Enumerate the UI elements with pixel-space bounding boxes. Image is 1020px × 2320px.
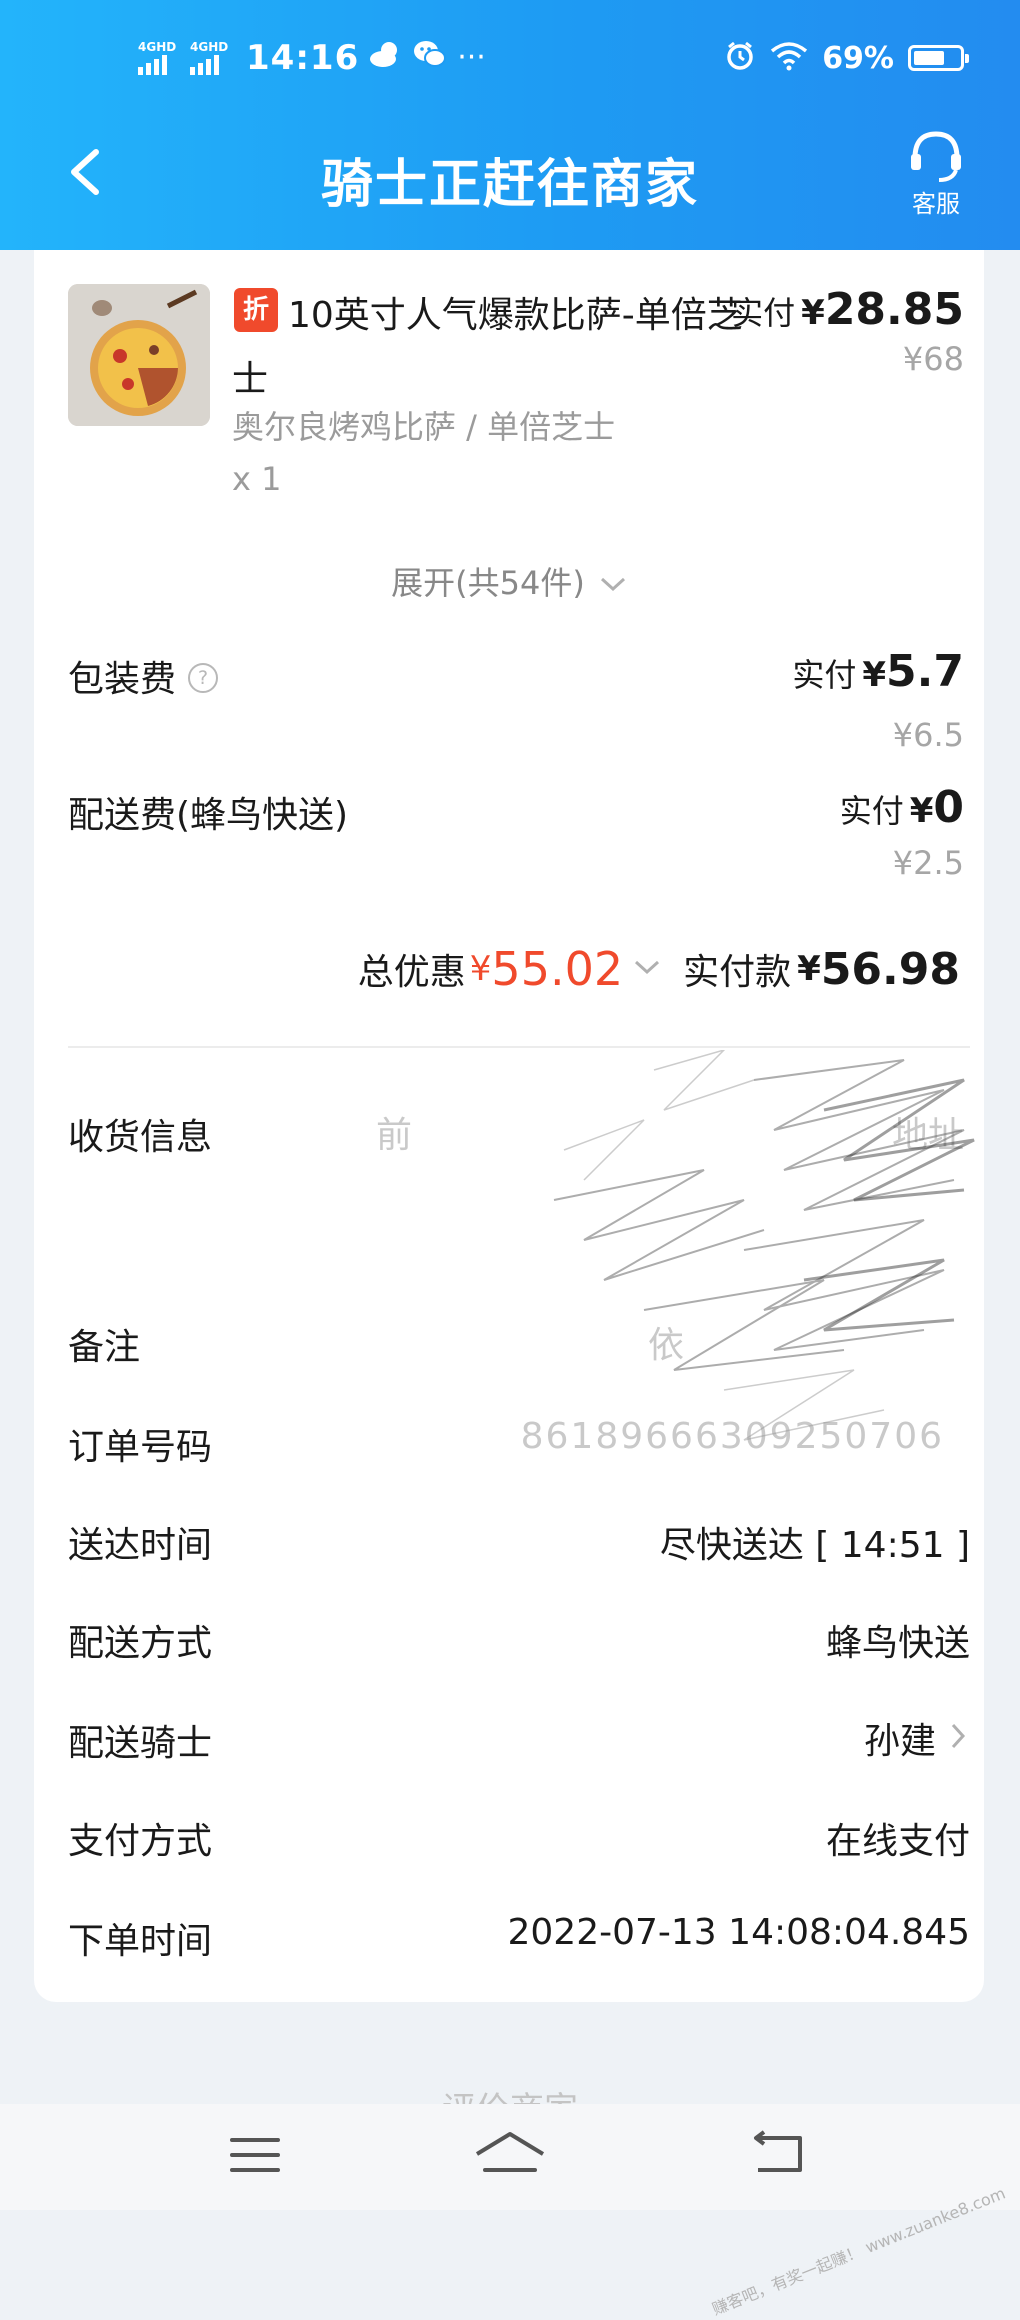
watermark: 赚客吧，有奖一起赚！ www.zuanke8.com (708, 2183, 1008, 2319)
paid-total-currency: ¥ (797, 949, 821, 989)
product-name: 10英寸人气爆款比萨-单倍芝士 (232, 295, 743, 400)
redaction-scribble (553, 1050, 975, 1441)
delivery-time-value: 尽快送达 [ 14:51 ] (659, 1525, 970, 1566)
system-navigation-bar: 赚客吧，有奖一起赚！ www.zuanke8.com (0, 2104, 1020, 2319)
rider-row[interactable]: 孙建 (864, 1712, 966, 1764)
paid-label: 实付 (792, 656, 857, 694)
order-number-label: 订单号码 (68, 1427, 213, 1468)
product-original-price: ¥68 (902, 340, 964, 378)
battery-percent: 69% (822, 40, 894, 76)
menu-nav-button[interactable] (210, 2124, 300, 2186)
order-time-value: 2022-07-13 14:08:04.845 (507, 1912, 971, 1953)
battery-fill (914, 51, 945, 65)
back-nav-icon (754, 2130, 802, 2172)
currency-symbol: ¥ (909, 791, 934, 831)
packaging-fee-amount: 5.7 (886, 646, 964, 697)
more-notifications-icon: ··· (457, 40, 486, 75)
delivery-method-value: 蜂鸟快送 (825, 1623, 970, 1664)
app-header: 4GHD 4GHD 14:16 ··· 69% 骑士正赶往商家 客服 (0, 0, 1020, 250)
discount-detail-chevron-icon[interactable] (633, 958, 661, 980)
network-type-2: 4GHD (190, 40, 229, 54)
product-thumbnail[interactable] (68, 284, 210, 426)
packaging-fee-label: 包装费? (68, 650, 219, 702)
delivery-time-label: 送达时间 (68, 1525, 213, 1566)
currency-symbol: ¥ (862, 655, 887, 695)
chevron-right-icon (950, 1719, 966, 1760)
order-time-label: 下单时间 (68, 1921, 213, 1962)
section-divider (68, 1046, 970, 1048)
expand-label: 展开(共54件) (391, 564, 585, 602)
packaging-fee-price: 实付 ¥5.7 (792, 646, 964, 697)
order-detail-card: 折 10英寸人气爆款比萨-单倍芝士 实付 ¥28.85 ¥68 奥尔良烤鸡比萨 /… (34, 250, 984, 2002)
menu-icon (230, 2138, 280, 2172)
wifi-icon (770, 41, 808, 75)
delivery-fee-price: 实付 ¥0 (840, 782, 964, 833)
status-time: 14:16 (246, 38, 360, 78)
weather-icon (369, 40, 403, 77)
paid-label: 实付 (839, 792, 904, 830)
product-paid-price: 实付 ¥28.85 (731, 284, 964, 335)
discount-currency: ¥ (469, 949, 492, 989)
packaging-fee-original: ¥6.5 (892, 716, 964, 754)
receiver-info-label: 收货信息 (68, 1117, 213, 1158)
alarm-icon (724, 40, 756, 76)
signal-icon-2: 4GHD (190, 41, 232, 75)
product-quantity: x 1 (232, 460, 282, 498)
remark-label: 备注 (68, 1327, 141, 1368)
paid-total-label: 实付款 (683, 952, 792, 993)
help-icon[interactable]: ? (188, 663, 219, 693)
status-left: 4GHD 4GHD 14:16 ··· (138, 38, 486, 78)
home-icon (475, 2132, 545, 2172)
product-paid-amount: 28.85 (824, 284, 964, 335)
total-discount-amount: 55.02 (491, 942, 624, 996)
status-bar: 4GHD 4GHD 14:16 ··· 69% (0, 0, 1020, 110)
paid-label: 实付 (731, 294, 796, 332)
customer-service-button[interactable]: 客服 (896, 128, 976, 218)
payment-summary: 总优惠 ¥ 55.02 实付款 ¥ 56.98 (358, 942, 960, 996)
expand-items-button[interactable]: 展开(共54件) (34, 558, 984, 604)
customer-service-label: 客服 (912, 190, 960, 218)
paid-total-amount: 56.98 (820, 943, 960, 995)
payment-method-value: 在线支付 (825, 1821, 970, 1862)
wechat-icon (413, 39, 447, 78)
status-right: 69% (724, 36, 969, 80)
back-nav-button[interactable] (732, 2124, 822, 2186)
headset-icon (911, 131, 961, 182)
chevron-down-icon (599, 563, 627, 601)
packaging-fee-text: 包装费 (68, 659, 177, 700)
network-type-1: 4GHD (138, 40, 177, 54)
delivery-fee-amount: 0 (933, 782, 964, 833)
payment-method-label: 支付方式 (68, 1821, 213, 1862)
rider-name: 孙建 (863, 1721, 936, 1762)
total-discount-label: 总优惠 (357, 952, 466, 993)
currency-symbol: ¥ (801, 293, 825, 333)
product-spec: 奥尔良烤鸡比萨 / 单倍芝士 (232, 408, 616, 446)
delivery-method-label: 配送方式 (68, 1623, 213, 1664)
delivery-fee-label: 配送费(蜂鸟快送) (68, 795, 349, 836)
page-title: 骑士正赶往商家 (320, 155, 699, 215)
receiver-info-start: 前 (375, 1115, 412, 1156)
battery-icon (908, 45, 969, 71)
signal-icon-1: 4GHD (138, 41, 180, 75)
rider-label: 配送骑士 (68, 1723, 213, 1764)
home-nav-button[interactable] (465, 2124, 555, 2186)
delivery-fee-original: ¥2.5 (892, 844, 964, 882)
